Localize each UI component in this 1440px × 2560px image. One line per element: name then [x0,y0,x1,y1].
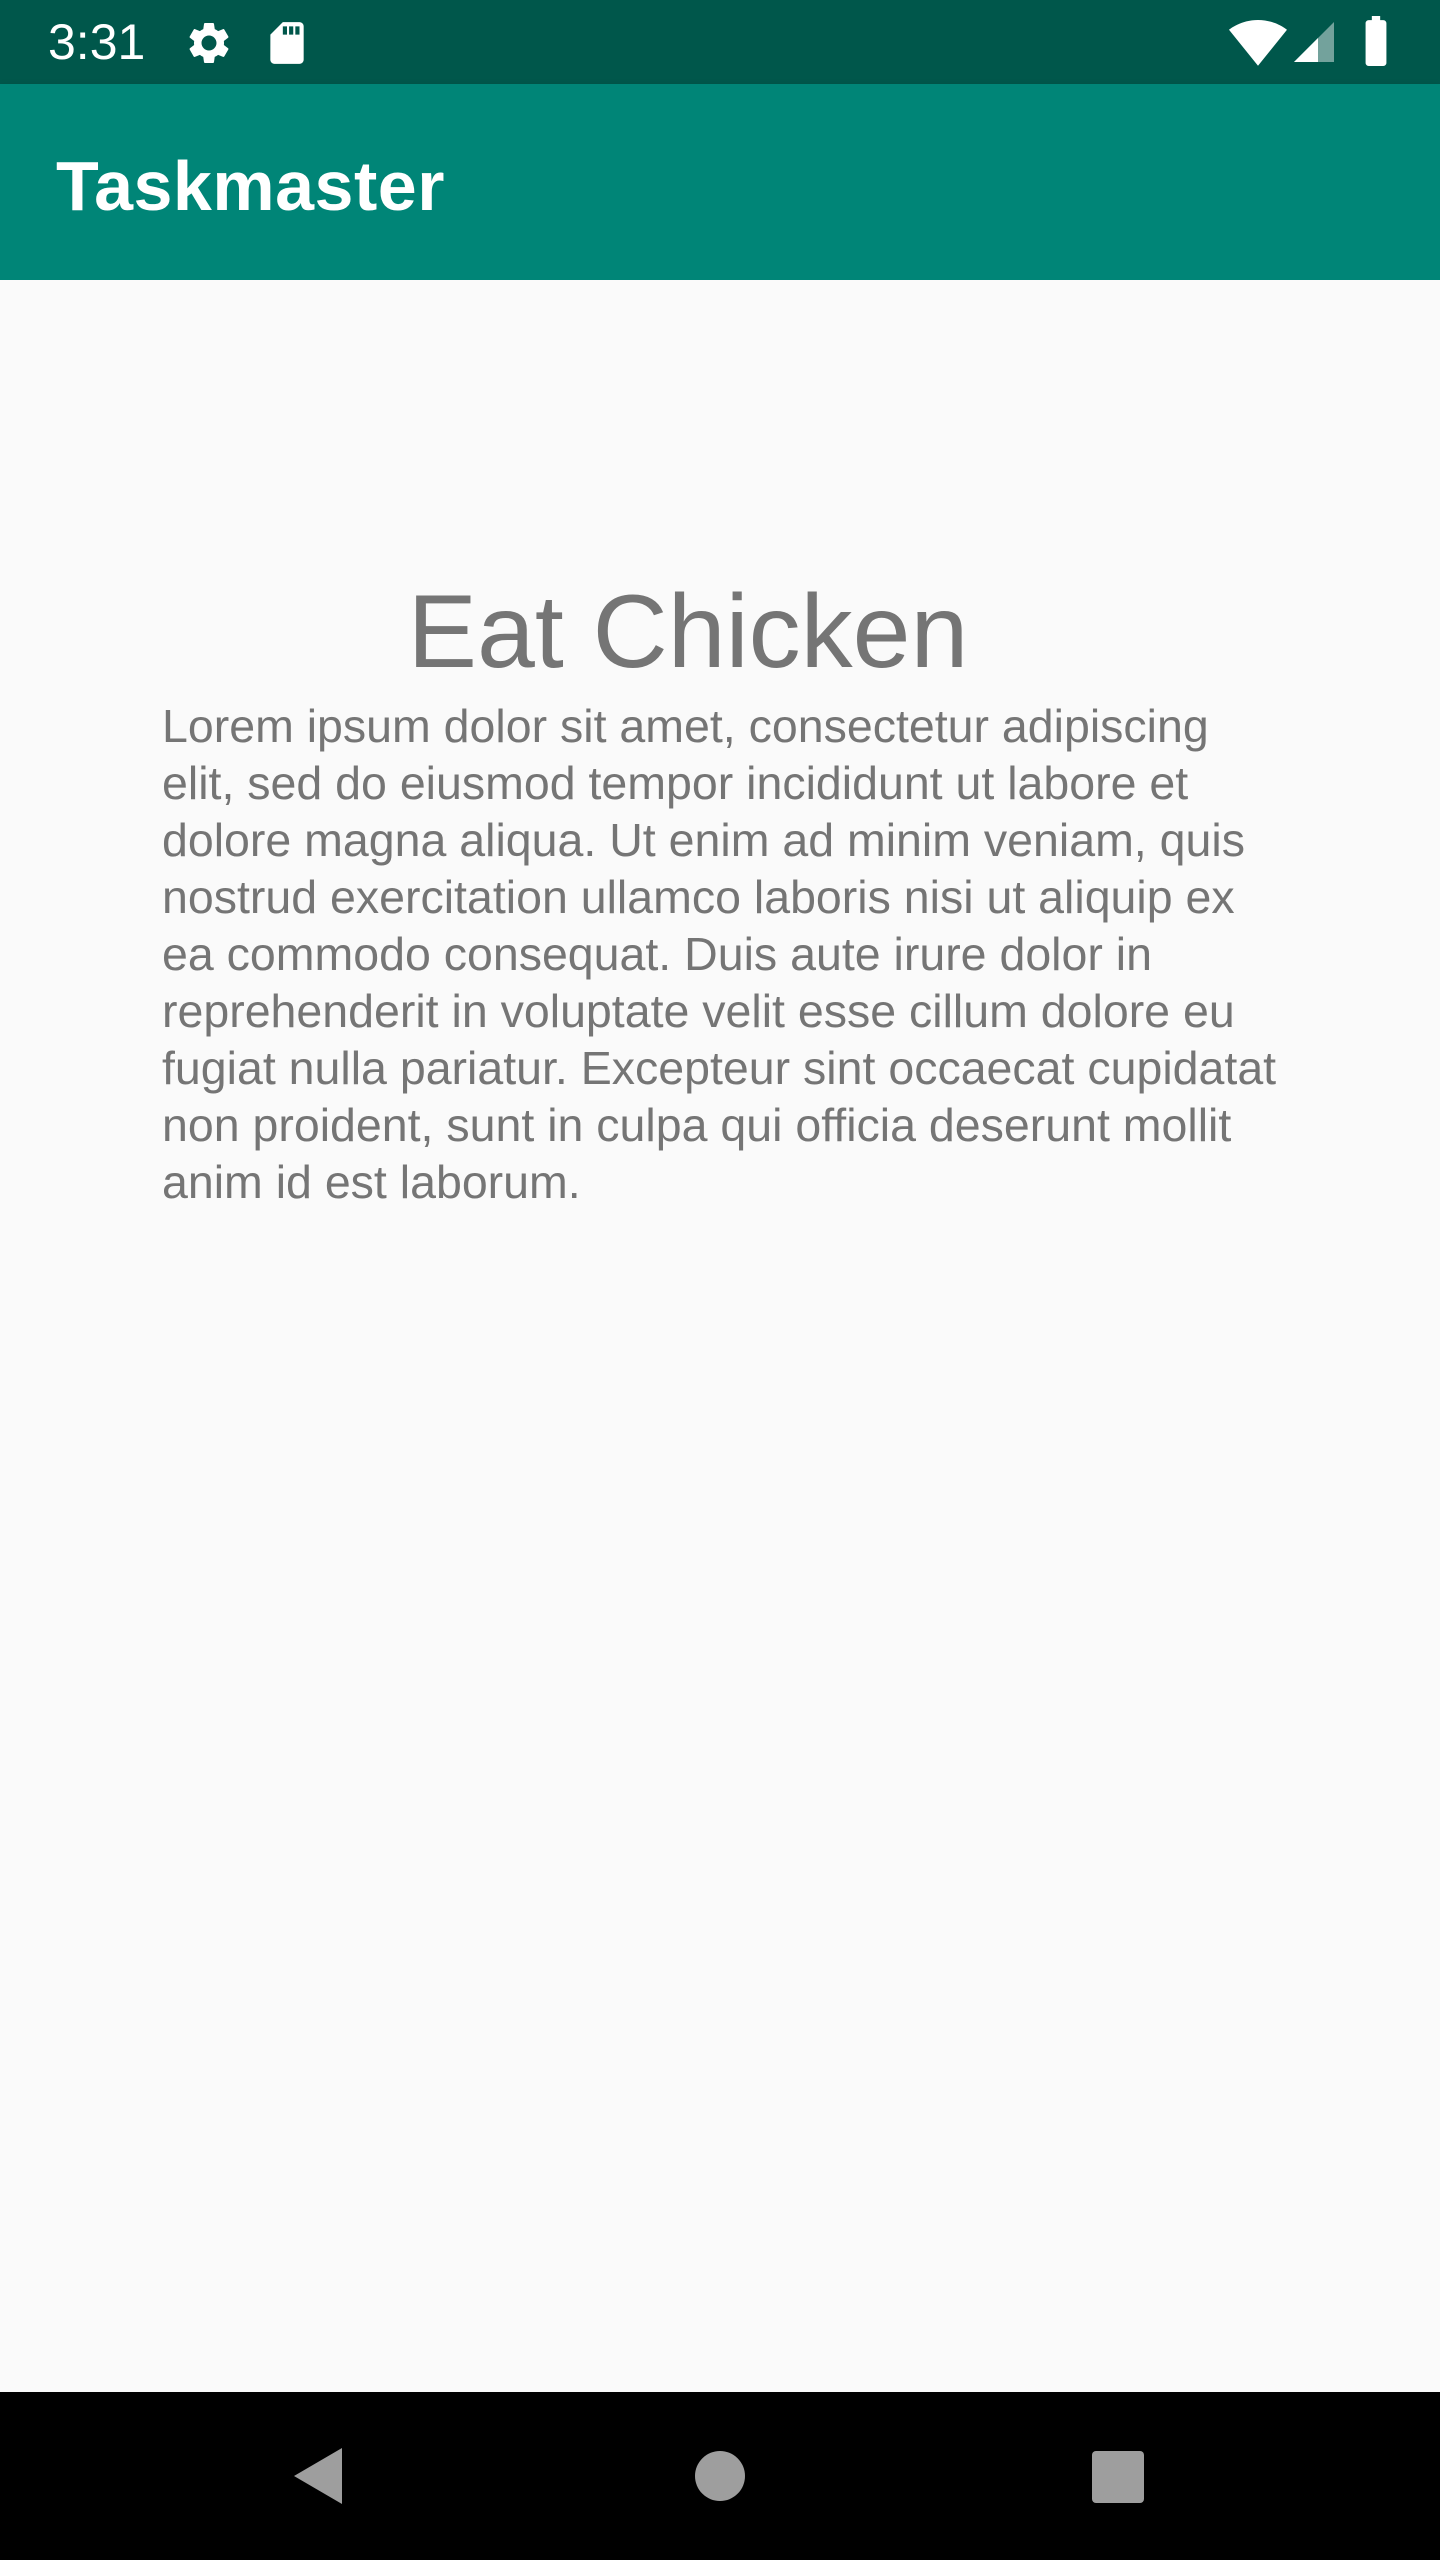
app-bar: Taskmaster [0,84,1440,280]
cell-signal-icon [1294,22,1334,62]
gear-icon [189,22,229,63]
home-icon[interactable] [694,2450,746,2502]
sd-card-icon [270,22,304,64]
status-bar: 3:31 [0,0,1440,84]
back-icon[interactable] [288,2444,348,2508]
task-title: Eat Chicken [407,574,969,690]
recents-icon[interactable] [1091,2450,1145,2504]
task-description: Lorem ipsum dolor sit amet, consectetur … [162,700,1277,1208]
battery-icon [1365,16,1387,66]
app-title: Taskmaster [56,147,445,225]
wifi-icon [1229,20,1287,66]
task-detail: Eat Chicken Lorem ipsum dolor sit amet, … [0,280,1440,2392]
navigation-bar [0,2392,1440,2560]
status-time: 3:31 [48,14,146,70]
